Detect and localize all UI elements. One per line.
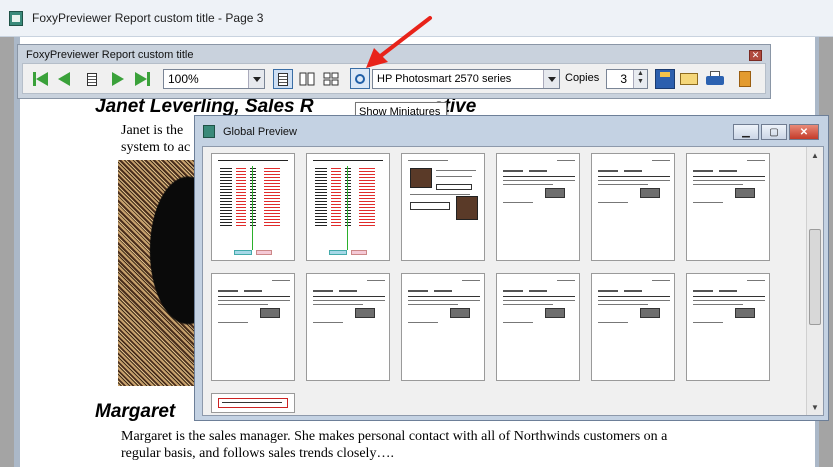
toolbar-close-button[interactable]: ✕	[749, 50, 762, 61]
page-miniature[interactable]	[591, 153, 675, 261]
next-page-button[interactable]	[109, 70, 127, 88]
magnifier-icon	[355, 73, 365, 84]
employee-heading-margaret: Margaret	[95, 401, 176, 422]
print-icon[interactable]	[705, 69, 725, 89]
page-miniature[interactable]	[591, 273, 675, 381]
window-title: FoxyPreviewer Report custom title - Page…	[32, 11, 264, 25]
page-miniature[interactable]	[211, 393, 295, 413]
four-page-view-button[interactable]	[321, 69, 341, 89]
previous-page-button[interactable]	[55, 70, 73, 88]
page-miniature[interactable]	[496, 273, 580, 381]
page-miniature[interactable]	[211, 153, 295, 261]
go-to-page-button[interactable]	[83, 70, 101, 88]
toolbar-title: FoxyPreviewer Report custom title	[26, 49, 194, 61]
page-miniature[interactable]	[211, 273, 295, 381]
miniatures-panel: ▲ ▼	[202, 146, 824, 416]
app-icon	[9, 11, 23, 26]
spin-down-icon[interactable]: ▼	[634, 78, 647, 86]
janet-text-line-1: Janet is the	[121, 123, 184, 138]
one-page-view-button[interactable]	[273, 69, 293, 89]
minimize-button[interactable]: ▁	[733, 124, 759, 140]
global-preview-title-bar: Global Preview ▁ ▢ ✕	[195, 116, 828, 146]
zoom-select[interactable]: 100%	[163, 69, 265, 89]
last-page-icon	[134, 72, 147, 86]
close-button[interactable]: ✕	[789, 124, 819, 140]
chevron-down-icon[interactable]	[248, 70, 264, 88]
page-miniature[interactable]	[686, 153, 770, 261]
copies-input[interactable]: 3 ▲ ▼	[606, 69, 648, 89]
global-preview-window: Global Preview ▁ ▢ ✕ ▲ ▼	[194, 115, 829, 421]
margaret-text-line-2: regular basis, and follows sales trends …	[121, 446, 394, 461]
exit-icon[interactable]	[735, 69, 755, 89]
last-page-button[interactable]	[133, 70, 151, 88]
printer-value: HP Photosmart 2570 series	[377, 73, 512, 85]
page-miniature[interactable]	[686, 273, 770, 381]
two-pages-icon	[299, 72, 315, 86]
first-page-button[interactable]	[31, 70, 49, 88]
page-miniature[interactable]	[401, 153, 485, 261]
janet-text-line-2: system to ac	[121, 140, 191, 155]
page-miniature[interactable]	[496, 153, 580, 261]
maximize-button[interactable]: ▢	[761, 124, 787, 140]
save-icon[interactable]	[655, 69, 675, 89]
global-preview-title: Global Preview	[223, 126, 297, 138]
document-frame-left	[0, 37, 14, 467]
page-miniature[interactable]	[306, 153, 390, 261]
scroll-down-icon[interactable]: ▼	[807, 399, 823, 415]
app-icon	[203, 125, 215, 138]
chevron-down-icon[interactable]	[543, 70, 559, 88]
next-page-icon	[112, 72, 124, 86]
scrollbar-thumb[interactable]	[809, 229, 821, 325]
page-miniature[interactable]	[401, 273, 485, 381]
pages-icon	[87, 72, 97, 86]
copies-value: 3	[620, 72, 627, 86]
page-miniature[interactable]	[306, 273, 390, 381]
margaret-text-line-1: Margaret is the sales manager. She makes…	[121, 429, 668, 444]
scroll-up-icon[interactable]: ▲	[807, 147, 823, 163]
email-icon[interactable]	[679, 69, 699, 89]
spin-up-icon[interactable]: ▲	[634, 70, 647, 78]
two-page-view-button[interactable]	[297, 69, 317, 89]
zoom-value: 100%	[168, 72, 199, 86]
vertical-scrollbar[interactable]: ▲ ▼	[806, 147, 823, 415]
red-arrow-annotation	[366, 16, 432, 68]
copies-label: Copies	[565, 72, 600, 84]
single-page-icon	[278, 72, 288, 86]
previous-page-icon	[58, 72, 70, 86]
copies-stepper[interactable]: ▲ ▼	[633, 70, 647, 88]
four-pages-icon	[323, 72, 339, 86]
